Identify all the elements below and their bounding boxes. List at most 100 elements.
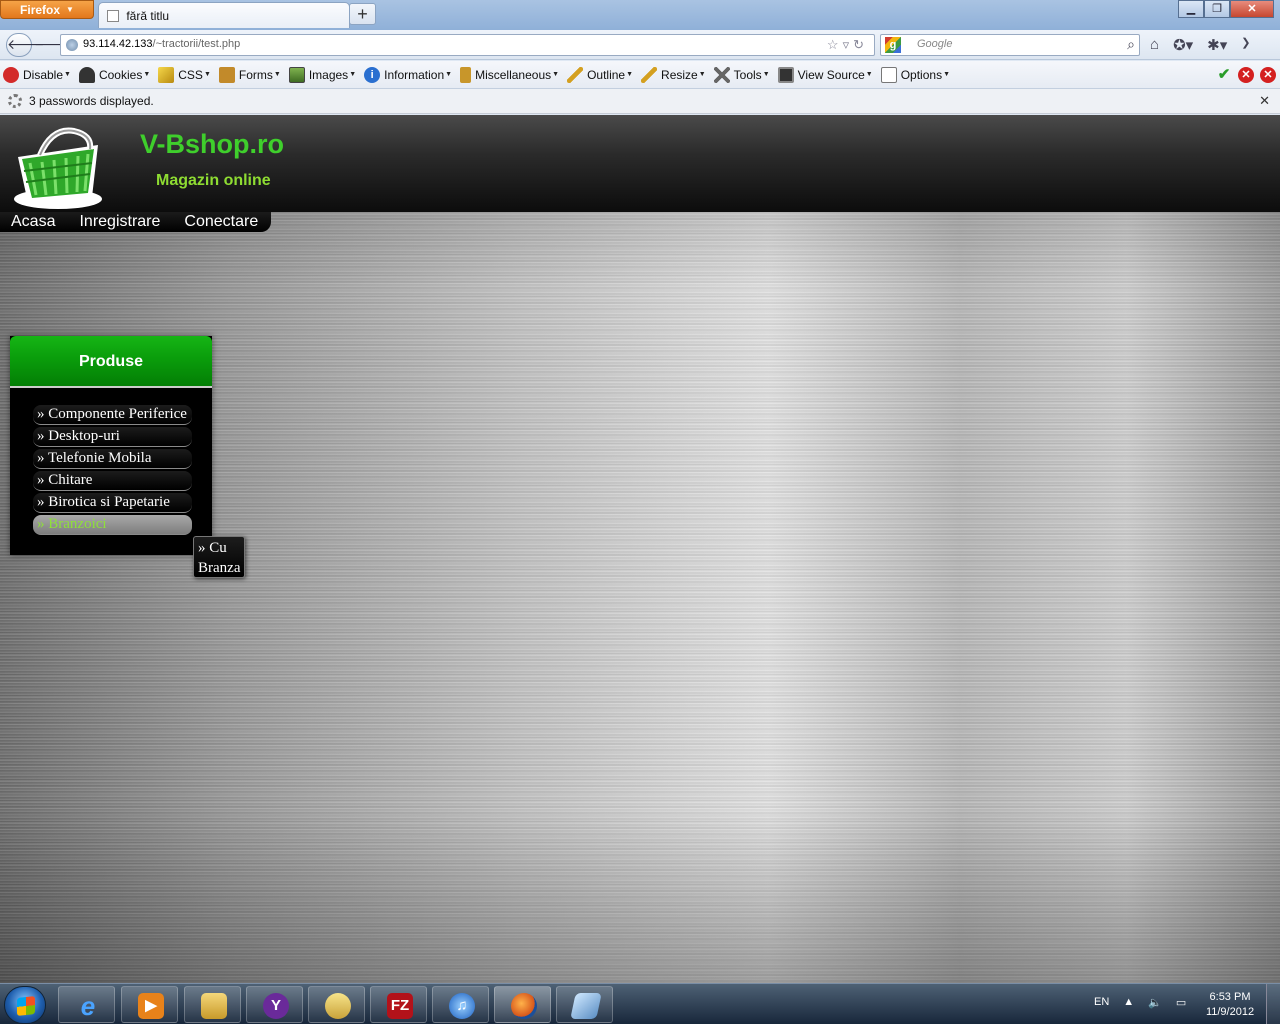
gear-icon <box>8 94 22 108</box>
page-icon <box>107 10 119 22</box>
dev-menu-label: CSS <box>178 67 203 82</box>
taskbar-app-active[interactable] <box>494 986 551 1023</box>
category-item[interactable]: » Chitare <box>33 471 192 491</box>
dev-resize-menu[interactable]: Resize ▼ <box>641 66 706 83</box>
resize-icon <box>641 66 658 83</box>
internet-explorer-icon: e <box>80 991 96 1021</box>
category-submenu[interactable]: » Cu Branza <box>193 536 245 578</box>
forward-button[interactable]: 🡒 <box>34 34 72 56</box>
reload-icon[interactable]: ↻ <box>853 37 868 52</box>
home-icon[interactable]: ⌂ <box>1150 36 1159 54</box>
google-engine-icon[interactable]: g <box>885 37 901 53</box>
disable-icon <box>3 66 19 83</box>
dev-view-source-menu[interactable]: View Source ▼ <box>777 66 873 83</box>
maximize-button[interactable]: ❐ <box>1204 0 1230 18</box>
submenu-line: Branza <box>198 560 241 576</box>
tab-title: fără titlu <box>126 9 170 23</box>
close-icon[interactable]: ✕ <box>1259 93 1270 109</box>
window-controls: ▁ ❐ ✕ <box>1178 0 1274 18</box>
cookies-icon <box>78 66 95 83</box>
dev-menu-label: View Source <box>797 67 865 82</box>
history-dropdown-icon[interactable]: ▿ <box>843 37 854 52</box>
menu-item-conectare[interactable]: Conectare <box>184 212 258 232</box>
clock-time: 6:53 PM <box>1209 991 1251 1003</box>
dev-images-menu[interactable]: Images ▼ <box>288 66 356 83</box>
taskbar-app[interactable] <box>308 986 365 1023</box>
dev-menu-label: Information <box>384 67 445 82</box>
dev-menu-label: Forms <box>238 67 273 82</box>
category-item-active[interactable]: » Branzoici <box>33 515 192 535</box>
dev-css-menu[interactable]: CSS ▼ <box>158 66 211 83</box>
url-path: /~tractorii/test.php <box>152 38 241 50</box>
search-icon[interactable]: ⌕ <box>1127 36 1135 53</box>
category-item[interactable]: » Telefonie Mobila <box>33 449 192 469</box>
miscellaneous-icon <box>460 66 472 83</box>
toolbar-overflow-icon[interactable]: ❯ <box>1241 36 1250 54</box>
network-icon[interactable]: ▭ <box>1176 996 1186 1009</box>
close-window-button[interactable]: ✕ <box>1230 0 1274 18</box>
category-item[interactable]: » Componente Periferice <box>33 405 192 425</box>
taskbar-app[interactable]: ▶ <box>121 986 178 1023</box>
dev-outline-menu[interactable]: Outline ▼ <box>567 66 633 83</box>
language-indicator[interactable]: EN <box>1094 996 1109 1009</box>
tools-icon <box>713 66 730 83</box>
search-input[interactable]: g Google ⌕ <box>880 34 1140 56</box>
shopping-basket-icon <box>14 127 102 209</box>
firefox-menu-label: Firefox <box>20 2 61 17</box>
taskbar-app[interactable] <box>556 986 613 1023</box>
dev-forms-menu[interactable]: Forms ▼ <box>218 66 281 83</box>
dev-information-menu[interactable]: i Information ▼ <box>364 66 452 83</box>
options-icon <box>880 66 897 83</box>
dev-options-menu[interactable]: Options ▼ <box>880 66 950 83</box>
taskbar-app[interactable]: FZ <box>370 986 427 1023</box>
volume-icon[interactable]: 🔈 <box>1148 996 1162 1009</box>
address-bar-actions: ☆▿↻ <box>827 37 868 53</box>
taskbar-app[interactable]: e <box>58 986 115 1023</box>
minimize-button[interactable]: ▁ <box>1178 0 1204 18</box>
firefox-menu-button[interactable]: Firefox ▼ <box>0 0 94 19</box>
dev-cookies-menu[interactable]: Cookies ▼ <box>78 66 150 83</box>
addon-icon[interactable]: ✱▾ <box>1207 36 1227 54</box>
dev-menu-label: Miscellaneous <box>475 67 552 82</box>
dev-miscellaneous-menu[interactable]: Miscellaneous ▼ <box>460 66 559 83</box>
browser-tab[interactable]: fără titlu <box>98 2 350 28</box>
clock[interactable]: 6:53 PM 11/9/2012 <box>1200 990 1260 1020</box>
show-hidden-icons-icon[interactable]: ▲ <box>1123 996 1134 1009</box>
filezilla-icon: FZ <box>387 993 413 1019</box>
url-host: 93.114.42.133 <box>83 38 153 50</box>
dev-tools-menu[interactable]: Tools ▼ <box>713 66 770 83</box>
category-item[interactable]: » Birotica si Papetarie <box>33 493 192 513</box>
site-title[interactable]: V-Bshop.ro <box>140 129 284 160</box>
dev-menu-label: Cookies <box>98 67 143 82</box>
dev-disable-menu[interactable]: Disable ▼ <box>3 66 71 83</box>
dev-menu-label: Outline <box>587 67 626 82</box>
dev-menu-label: Images <box>308 67 349 82</box>
address-bar[interactable]: 93.114.42.133/~tractorii/test.php ☆▿↻ <box>60 34 875 56</box>
show-desktop-button[interactable] <box>1266 984 1280 1024</box>
forms-icon <box>218 66 235 83</box>
new-tab-button[interactable]: + <box>349 3 376 25</box>
bookmark-star-icon[interactable]: ☆ <box>827 37 843 52</box>
menu-item-inregistrare[interactable]: Inregistrare <box>79 212 160 232</box>
site-identity-icon[interactable] <box>66 39 78 51</box>
firefox-icon <box>511 993 537 1019</box>
bookmarks-menu-icon[interactable]: ✪▾ <box>1173 36 1193 54</box>
taskbar-app[interactable] <box>184 986 241 1023</box>
taskbar-app[interactable]: ♫ <box>432 986 489 1023</box>
start-button[interactable] <box>4 986 46 1024</box>
back-button[interactable]: 🡐 <box>6 33 45 57</box>
taskbar-app[interactable]: Y <box>246 986 303 1023</box>
dev-status-icons: ✔ ✕ ✕ <box>1216 67 1276 83</box>
file-explorer-icon <box>201 993 227 1019</box>
dev-menu-label: Disable <box>23 67 64 82</box>
dev-menu-label: Options <box>900 67 943 82</box>
menu-item-acasa[interactable]: Acasa <box>11 212 55 232</box>
view-source-icon <box>777 66 794 83</box>
outline-icon <box>567 66 584 83</box>
js-error-icon[interactable]: ✕ <box>1260 67 1276 83</box>
css-valid-icon[interactable]: ✔ <box>1216 67 1232 83</box>
category-list: » Componente Periferice » Desktop-uri » … <box>10 388 212 535</box>
html-error-icon[interactable]: ✕ <box>1238 67 1254 83</box>
category-item[interactable]: » Desktop-uri <box>33 427 192 447</box>
tablet-app-icon <box>570 993 602 1019</box>
